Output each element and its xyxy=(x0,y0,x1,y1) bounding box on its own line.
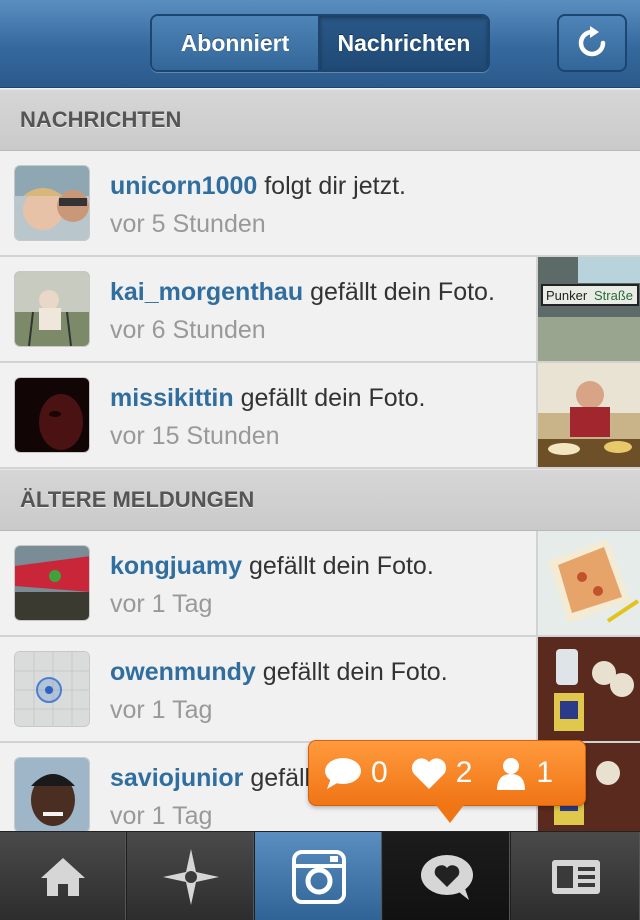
avatar[interactable] xyxy=(14,165,90,241)
list-item[interactable]: owenmundy gefällt dein Foto. vor 1 Tag xyxy=(0,637,640,743)
tab-news[interactable] xyxy=(383,832,511,920)
tab-nachrichten[interactable]: Nachrichten xyxy=(320,16,488,70)
username-link[interactable]: saviojunior xyxy=(110,764,243,792)
notification-action: folgt dir jetzt. xyxy=(264,172,406,200)
refresh-icon xyxy=(578,26,606,57)
timestamp: vor 1 Tag xyxy=(110,590,213,618)
svg-text:Straße: Straße xyxy=(594,288,633,303)
avatar[interactable] xyxy=(14,757,90,833)
comments-count: 0 xyxy=(371,756,388,789)
avatar[interactable] xyxy=(14,377,90,453)
notification-action: gefällt dein Foto. xyxy=(310,278,495,306)
username-link[interactable]: kongjuamy xyxy=(110,552,242,580)
tab-camera[interactable] xyxy=(255,832,383,920)
avatar[interactable] xyxy=(14,545,90,621)
timestamp: vor 5 Stunden xyxy=(110,210,266,238)
news-icon xyxy=(420,854,473,900)
tab-explore[interactable] xyxy=(127,832,255,920)
notification-text: kongjuamy gefällt dein Foto. vor 1 Tag xyxy=(110,547,520,623)
top-bar: Abonniert Nachrichten xyxy=(0,0,640,88)
username-link[interactable]: unicorn1000 xyxy=(110,172,257,200)
notification-action: gefällt dein Foto. xyxy=(248,552,434,580)
photo-thumbnail[interactable] xyxy=(536,531,640,635)
timestamp: vor 15 Stunden xyxy=(110,422,280,450)
section-header-news: NACHRICHTEN xyxy=(0,89,640,151)
explore-icon xyxy=(162,848,219,905)
username-link[interactable]: missikittin xyxy=(110,384,234,412)
list-item[interactable]: unicorn1000 folgt dir jetzt. vor 5 Stund… xyxy=(0,151,640,257)
list-item[interactable]: missikittin gefällt dein Foto. vor 15 St… xyxy=(0,363,640,469)
popup-pointer xyxy=(436,805,464,823)
notification-action: gefällt dein Foto. xyxy=(240,384,426,412)
tab-abonniert[interactable]: Abonniert xyxy=(152,16,320,70)
tab-home[interactable] xyxy=(0,832,127,920)
photo-thumbnail[interactable] xyxy=(536,363,640,467)
home-icon xyxy=(41,857,85,896)
notification-text: owenmundy gefällt dein Foto. vor 1 Tag xyxy=(110,653,520,729)
svg-text:Punker: Punker xyxy=(546,288,588,303)
notification-text: unicorn1000 folgt dir jetzt. vor 5 Stund… xyxy=(110,167,520,243)
username-link[interactable]: kai_morgenthau xyxy=(110,278,303,306)
profile-icon xyxy=(551,859,600,894)
camera-icon xyxy=(291,849,346,904)
feed-segmented-control: Abonniert Nachrichten xyxy=(150,14,490,72)
comment-icon xyxy=(325,758,361,789)
notification-action: gefällt dein Foto. xyxy=(262,658,448,686)
tab-bar xyxy=(0,831,640,920)
photo-thumbnail[interactable]: Punker Straße xyxy=(536,257,640,361)
avatar[interactable] xyxy=(14,651,90,727)
notification-text: kai_morgenthau gefällt dein Foto. vor 6 … xyxy=(110,273,520,349)
activity-popup[interactable]: 0 2 1 xyxy=(308,740,586,806)
username-link[interactable]: owenmundy xyxy=(110,658,256,686)
tab-profile[interactable] xyxy=(511,832,640,920)
section-header-older: ÄLTERE MELDUNGEN xyxy=(0,469,640,531)
list-item[interactable]: kai_morgenthau gefällt dein Foto. vor 6 … xyxy=(0,257,640,363)
photo-thumbnail[interactable] xyxy=(536,637,640,741)
timestamp: vor 1 Tag xyxy=(110,696,213,724)
timestamp: vor 6 Stunden xyxy=(110,316,266,344)
timestamp: vor 1 Tag xyxy=(110,802,213,830)
heart-icon xyxy=(411,758,446,789)
followers-count: 1 xyxy=(536,756,554,789)
avatar[interactable] xyxy=(14,271,90,347)
notification-text: missikittin gefällt dein Foto. vor 15 St… xyxy=(110,379,520,455)
list-item[interactable]: kongjuamy gefällt dein Foto. vor 1 Tag xyxy=(0,531,640,637)
likes-count: 2 xyxy=(455,756,473,789)
person-icon xyxy=(497,758,526,790)
refresh-button[interactable] xyxy=(557,14,627,72)
